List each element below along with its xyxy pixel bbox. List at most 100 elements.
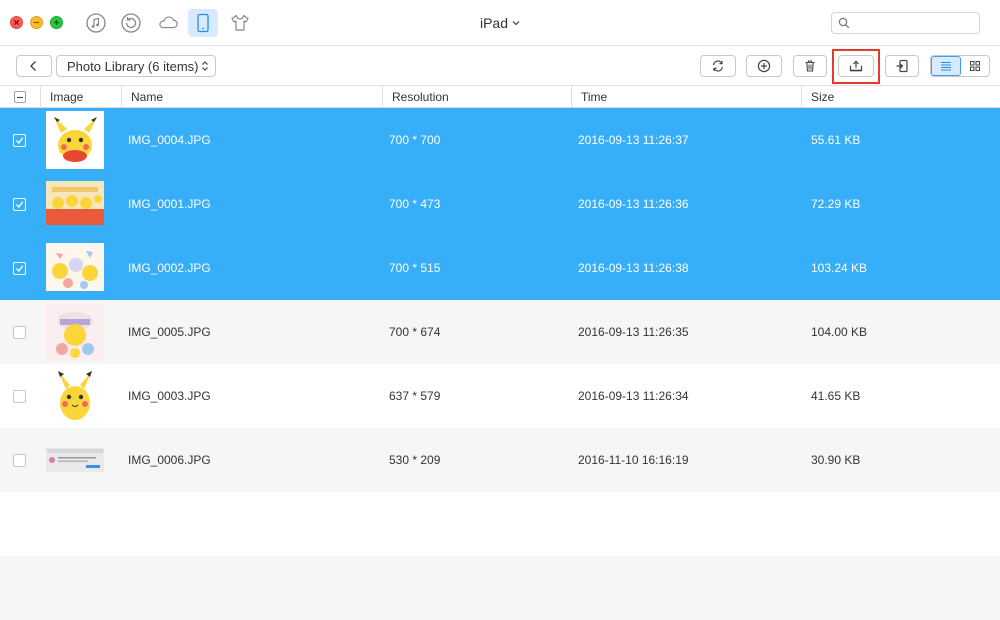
table-row[interactable]: IMG_0005.JPG 700 * 674 2016-09-13 11:26:… bbox=[0, 300, 1000, 364]
photo-thumbnail[interactable] bbox=[46, 367, 104, 425]
send-to-device-button[interactable] bbox=[885, 55, 919, 77]
export-to-computer-button[interactable] bbox=[838, 55, 874, 77]
minimize-icon bbox=[33, 21, 40, 24]
column-header-time[interactable]: Time bbox=[571, 86, 801, 108]
row-size: 72.29 KB bbox=[811, 197, 861, 211]
partial-select-icon bbox=[14, 91, 26, 103]
export-icon bbox=[849, 60, 863, 72]
row-resolution: 637 * 579 bbox=[389, 389, 441, 403]
row-name: IMG_0006.JPG bbox=[128, 453, 211, 467]
album-select[interactable]: Photo Library (6 items) bbox=[56, 55, 216, 77]
maximize-icon bbox=[53, 19, 60, 26]
screenshot-photo-icon bbox=[46, 448, 104, 472]
icloud-icon bbox=[159, 16, 178, 29]
search-box[interactable] bbox=[831, 12, 980, 34]
toolkit-nav-button[interactable] bbox=[225, 9, 255, 37]
tshirt-icon bbox=[231, 14, 249, 31]
device-selector[interactable]: iPad bbox=[460, 15, 540, 31]
row-time: 2016-11-10 16:16:19 bbox=[578, 453, 689, 467]
row-time: 2016-09-13 11:26:37 bbox=[578, 133, 689, 147]
ipad-icon bbox=[197, 13, 209, 33]
pikachu-banner-photo-icon bbox=[46, 181, 104, 225]
back-icon bbox=[30, 61, 36, 71]
row-checkbox[interactable] bbox=[13, 134, 26, 147]
table-row[interactable]: IMG_0004.JPG 700 * 700 2016-09-13 11:26:… bbox=[0, 108, 1000, 172]
device-title: iPad bbox=[479, 15, 509, 31]
column-header-image[interactable]: Image bbox=[40, 86, 121, 108]
close-window-button[interactable] bbox=[10, 16, 23, 29]
delete-icon bbox=[805, 60, 815, 72]
add-icon bbox=[757, 59, 771, 73]
row-time: 2016-09-13 11:26:36 bbox=[578, 197, 689, 211]
footer-area bbox=[0, 556, 1000, 620]
delete-button[interactable] bbox=[793, 55, 827, 77]
column-header-resolution[interactable]: Resolution bbox=[382, 86, 571, 108]
refresh-button[interactable] bbox=[700, 55, 736, 77]
table-row[interactable]: IMG_0002.JPG 700 * 515 2016-09-13 11:26:… bbox=[0, 236, 1000, 300]
row-resolution: 700 * 700 bbox=[389, 133, 441, 147]
back-button[interactable] bbox=[16, 55, 52, 77]
title-bar: iPad bbox=[0, 0, 1000, 46]
table-row[interactable]: IMG_0001.JPG 700 * 473 2016-09-13 11:26:… bbox=[0, 172, 1000, 236]
backup-icon bbox=[121, 13, 141, 33]
column-header-name[interactable]: Name bbox=[121, 86, 382, 108]
icloud-nav-button[interactable] bbox=[153, 9, 183, 37]
pikachu-group-photo-icon bbox=[46, 243, 104, 291]
row-checkbox[interactable] bbox=[13, 454, 26, 467]
pikachu-standing-photo-icon bbox=[46, 367, 104, 425]
row-size: 103.24 KB bbox=[811, 261, 868, 275]
table-header: Image Name Resolution Time Size bbox=[0, 86, 1000, 108]
backup-nav-button[interactable] bbox=[116, 9, 146, 37]
table-row[interactable]: IMG_0006.JPG 530 * 209 2016-11-10 16:16:… bbox=[0, 428, 1000, 492]
row-time: 2016-09-13 11:26:34 bbox=[578, 389, 689, 403]
album-select-label: Photo Library (6 items) bbox=[67, 58, 199, 74]
row-name: IMG_0004.JPG bbox=[128, 133, 211, 147]
column-header-size[interactable]: Size bbox=[801, 86, 1000, 108]
row-checkbox[interactable] bbox=[13, 390, 26, 403]
row-name: IMG_0003.JPG bbox=[128, 389, 211, 403]
photo-thumbnail[interactable] bbox=[46, 243, 104, 291]
refresh-icon bbox=[712, 60, 724, 72]
view-mode-toggle bbox=[930, 55, 990, 77]
row-name: IMG_0005.JPG bbox=[128, 325, 211, 339]
checkmark-icon bbox=[16, 201, 24, 209]
toolbar: Photo Library (6 items) bbox=[0, 46, 1000, 86]
music-icon bbox=[86, 13, 106, 33]
photo-thumbnail[interactable] bbox=[46, 181, 104, 225]
row-resolution: 700 * 473 bbox=[389, 197, 441, 211]
row-size: 55.61 KB bbox=[811, 133, 861, 147]
row-checkbox[interactable] bbox=[13, 198, 26, 211]
row-checkbox[interactable] bbox=[13, 326, 26, 339]
select-all-checkbox[interactable] bbox=[0, 86, 40, 108]
checkmark-icon bbox=[16, 137, 24, 145]
row-name: IMG_0002.JPG bbox=[128, 261, 211, 275]
row-resolution: 530 * 209 bbox=[389, 453, 441, 467]
photo-thumbnail[interactable] bbox=[46, 448, 104, 472]
row-checkbox[interactable] bbox=[13, 262, 26, 275]
row-size: 41.65 KB bbox=[811, 389, 861, 403]
close-icon bbox=[13, 19, 20, 26]
minimize-window-button[interactable] bbox=[30, 16, 43, 29]
list-view-icon bbox=[941, 62, 951, 71]
row-size: 104.00 KB bbox=[811, 325, 868, 339]
ipad-nav-button[interactable] bbox=[188, 9, 218, 37]
updown-chevron-icon bbox=[202, 61, 208, 71]
table-row[interactable]: IMG_0003.JPG 637 * 579 2016-09-13 11:26:… bbox=[0, 364, 1000, 428]
row-size: 30.90 KB bbox=[811, 453, 861, 467]
row-name: IMG_0001.JPG bbox=[128, 197, 211, 211]
list-view-button[interactable] bbox=[931, 56, 961, 76]
search-input[interactable] bbox=[854, 16, 979, 30]
search-icon bbox=[838, 17, 850, 29]
add-button[interactable] bbox=[746, 55, 782, 77]
maximize-window-button[interactable] bbox=[50, 16, 63, 29]
row-resolution: 700 * 515 bbox=[389, 261, 441, 275]
send-to-device-icon bbox=[896, 59, 908, 73]
row-time: 2016-09-13 11:26:35 bbox=[578, 325, 689, 339]
checkmark-icon bbox=[16, 265, 24, 273]
music-nav-button[interactable] bbox=[81, 9, 111, 37]
pikachu-photo-icon bbox=[46, 111, 104, 169]
grid-view-button[interactable] bbox=[961, 56, 989, 76]
photo-thumbnail[interactable] bbox=[46, 111, 104, 169]
pikachu-costume-photo-icon bbox=[46, 303, 104, 361]
photo-thumbnail[interactable] bbox=[46, 303, 104, 361]
